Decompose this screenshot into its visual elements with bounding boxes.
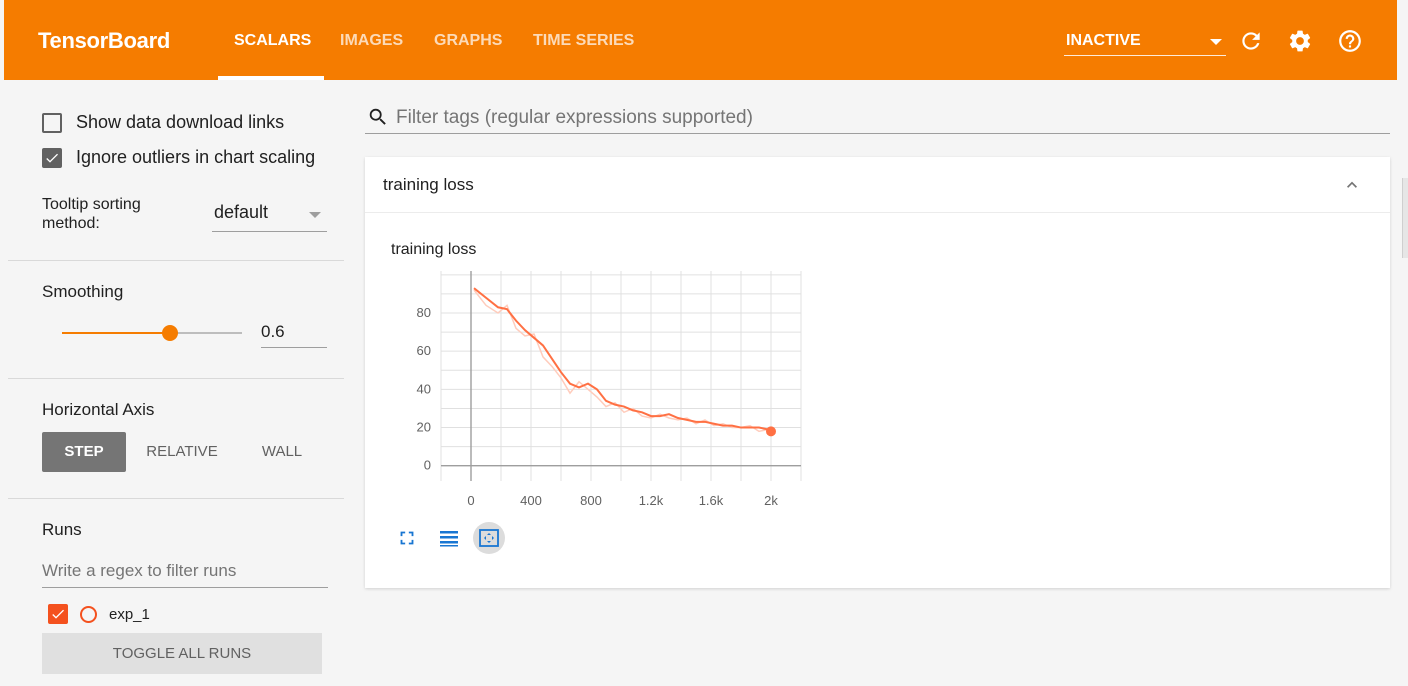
x-tick-label: 2k	[764, 493, 778, 508]
axis-wall-button[interactable]: WALL	[244, 432, 320, 472]
chart-series	[473, 287, 776, 437]
reload-status-value: INACTIVE	[1066, 32, 1141, 49]
list-icon	[440, 531, 458, 547]
tag-filter	[365, 104, 1390, 134]
chevron-down-icon	[309, 212, 321, 218]
run-color-radio[interactable]	[80, 605, 97, 623]
fit-to-data-icon	[479, 529, 499, 547]
axis-step-button[interactable]: STEP	[42, 432, 126, 472]
raw-series-line	[473, 289, 772, 433]
ignore-outliers-label: Ignore outliers in chart scaling	[76, 147, 316, 167]
y-tick-label: 0	[424, 458, 431, 473]
tooltip-sorting-select[interactable]: default	[212, 198, 327, 232]
show-download-links-label: Show data download links	[76, 112, 285, 132]
axis-relative-button[interactable]: RELATIVE	[134, 432, 230, 472]
tooltip-sorting-value: default	[214, 202, 269, 222]
top-app-bar: TensorBoard SCALARS IMAGES GRAPHS TIME S…	[4, 0, 1397, 80]
section-divider	[8, 378, 344, 379]
section-divider	[8, 498, 344, 499]
smoothing-slider-fill	[62, 332, 170, 334]
refresh-icon[interactable]	[1238, 28, 1264, 54]
toggle-log-scale-button[interactable]	[433, 522, 465, 554]
runs-label: Runs	[42, 520, 82, 539]
settings-icon[interactable]	[1287, 28, 1313, 54]
tab-time-series[interactable]: TIME SERIES	[533, 32, 634, 50]
tooltip-sorting-label: Tooltip sorting method:	[42, 196, 141, 232]
ignore-outliers-checkbox[interactable]	[42, 147, 62, 168]
app-title: TensorBoard	[38, 28, 170, 53]
run-checkbox[interactable]	[48, 604, 68, 624]
tab-scalars[interactable]: SCALARS	[234, 32, 311, 50]
x-tick-label: 1.6k	[699, 493, 724, 508]
smoothing-label: Smoothing	[42, 282, 124, 301]
ignore-outliers-option[interactable]: Ignore outliers in chart scaling	[42, 147, 315, 168]
reload-status-select[interactable]: INACTIVE	[1064, 26, 1226, 56]
runs-filter-input[interactable]: Write a regex to filter runs	[42, 554, 328, 588]
fit-domain-button[interactable]	[473, 522, 505, 554]
smoothing-slider-thumb[interactable]	[162, 325, 178, 341]
chart-title: training loss	[391, 241, 477, 258]
expand-chart-button[interactable]	[391, 522, 423, 554]
check-icon	[52, 609, 64, 619]
y-tick-label: 20	[417, 420, 431, 435]
smoothing-slider[interactable]	[62, 325, 242, 341]
scroll-handle[interactable]	[1402, 178, 1408, 258]
x-tick-label: 400	[520, 493, 542, 508]
card-header[interactable]: training loss	[365, 157, 1390, 213]
toggle-all-runs-button[interactable]: TOGGLE ALL RUNS	[42, 633, 322, 674]
help-icon[interactable]	[1337, 28, 1363, 54]
x-tick-label: 800	[580, 493, 602, 508]
y-tick-label: 40	[417, 381, 431, 396]
run-name: exp_1	[109, 605, 150, 623]
run-item[interactable]: exp_1	[48, 604, 150, 624]
section-divider	[8, 260, 344, 261]
chart-grid	[440, 271, 802, 481]
horizontal-axis-label: Horizontal Axis	[42, 400, 155, 419]
card-title: training loss	[383, 175, 474, 194]
tab-graphs[interactable]: GRAPHS	[434, 32, 502, 50]
chevron-up-icon[interactable]	[1342, 175, 1362, 195]
tag-group-card: training loss training loss 0 400 800 1.2k 1…	[365, 157, 1390, 588]
show-download-links-checkbox[interactable]	[42, 112, 62, 133]
x-tick-label: 0	[467, 493, 474, 508]
smoothing-input[interactable]: 0.6	[261, 318, 327, 348]
tab-images[interactable]: IMAGES	[340, 32, 403, 50]
fullscreen-icon	[400, 531, 414, 545]
y-tick-label: 80	[417, 305, 431, 320]
last-point-marker	[766, 426, 776, 437]
loss-chart[interactable]: 0 400 800 1.2k 1.6k 2k 0 20 40 60 80	[391, 267, 811, 523]
search-icon	[369, 108, 386, 125]
check-icon	[46, 153, 58, 163]
y-tick-label: 60	[417, 343, 431, 358]
x-tick-label: 1.2k	[639, 493, 664, 508]
sidebar: Show data download links Ignore outliers…	[4, 80, 344, 686]
tag-filter-input[interactable]	[394, 104, 1374, 132]
show-download-links-option[interactable]: Show data download links	[42, 112, 284, 133]
chevron-down-icon	[1210, 39, 1222, 45]
